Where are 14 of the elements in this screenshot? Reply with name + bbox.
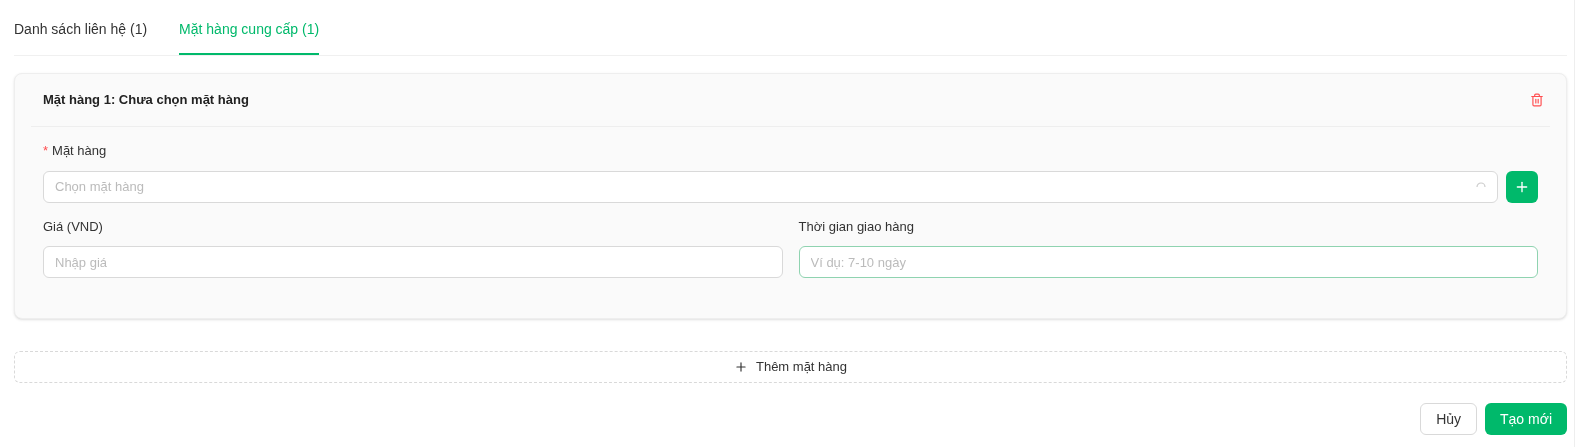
field-label: Mặt hàng <box>52 142 107 160</box>
field-label: Giá (VND) <box>43 217 104 236</box>
tab[interactable]: Danh sách liên hệ (1) <box>14 19 148 55</box>
delete-icon[interactable] <box>1530 93 1544 107</box>
input-field[interactable]: Ví dụ: 7-10 ngày <box>798 246 1538 278</box>
field-label: Thời gian giao hàng <box>798 217 915 236</box>
add-product-button[interactable] <box>1506 170 1538 203</box>
select-field[interactable]: Chọn mặt hàng <box>43 170 1498 203</box>
plus-icon <box>733 360 748 374</box>
required-mark: * <box>43 142 49 160</box>
add-item-button[interactable]: Thêm mặt hàng <box>14 351 1567 383</box>
cancel-button[interactable]: Hủy <box>1420 403 1478 435</box>
card-title: Mặt hàng 1: Chưa chọn mặt hàng <box>43 91 249 110</box>
input-field[interactable]: Nhập giá <box>43 246 783 278</box>
